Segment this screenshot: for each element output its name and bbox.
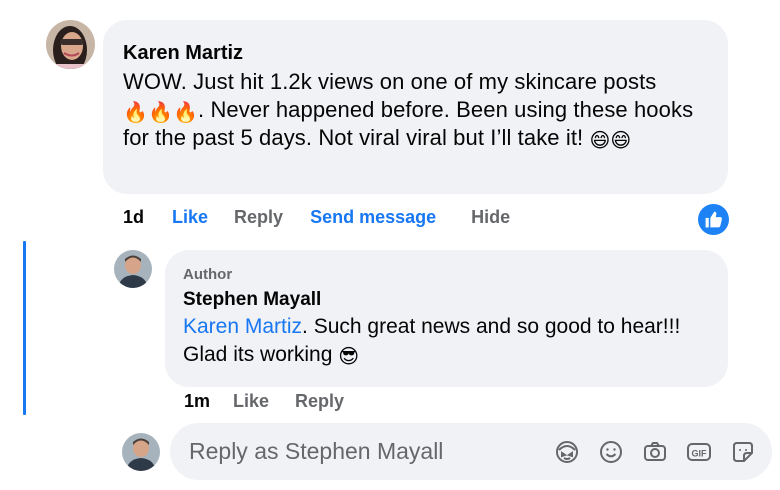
reply-author-avatar[interactable] <box>114 250 152 288</box>
reply-reply-button[interactable]: Reply <box>295 391 344 412</box>
reply-input[interactable]: Reply as Stephen Mayall <box>189 438 443 465</box>
comment-author[interactable]: Karen Martiz <box>123 40 708 66</box>
comment-reply-button[interactable]: Reply <box>234 207 283 228</box>
reply-composer[interactable]: Reply as Stephen Mayall GIF <box>170 423 772 480</box>
avatar-sticker-icon[interactable] <box>552 437 582 467</box>
reply-bubble: Author Stephen Mayall Karen Martiz. Such… <box>165 250 728 387</box>
sticker-icon[interactable] <box>728 437 758 467</box>
svg-text:GIF: GIF <box>692 448 708 458</box>
mention-link[interactable]: Karen Martiz <box>183 315 302 338</box>
hide-button[interactable]: Hide <box>471 207 510 228</box>
thread-line <box>23 241 26 415</box>
fire-emojis: 🔥🔥🔥 <box>123 100 199 124</box>
author-tag: Author <box>183 266 233 283</box>
comment-actions: 1d Like Reply Send message Hide <box>123 207 510 228</box>
reply-time[interactable]: 1m <box>184 391 210 412</box>
comment-like-button[interactable]: Like <box>172 207 208 228</box>
gif-icon[interactable]: GIF <box>684 437 714 467</box>
composer-toolbar: GIF <box>538 423 758 480</box>
reply-actions: 1m Like Reply <box>184 391 344 412</box>
sunglasses-emoji: 😎 <box>338 344 360 368</box>
send-message-button[interactable]: Send message <box>310 207 436 228</box>
comment-time[interactable]: 1d <box>123 207 144 228</box>
reply-like-button[interactable]: Like <box>233 391 269 412</box>
reply-author[interactable]: Stephen Mayall <box>183 288 710 312</box>
emoji-icon[interactable] <box>596 437 626 467</box>
camera-icon[interactable] <box>640 437 670 467</box>
commenter-avatar[interactable] <box>46 20 95 69</box>
comment-text-part1: WOW. Just hit 1.2k views on one of my sk… <box>123 69 657 94</box>
reply-text: Karen Martiz. Such great news and so goo… <box>183 313 710 369</box>
comment-text: WOW. Just hit 1.2k views on one of my sk… <box>123 68 708 152</box>
grin-emojis: 😄😄 <box>589 128 632 152</box>
thumbs-up-icon[interactable] <box>698 204 729 235</box>
composer-avatar <box>122 433 160 471</box>
comment-bubble: Karen Martiz WOW. Just hit 1.2k views on… <box>103 20 728 194</box>
